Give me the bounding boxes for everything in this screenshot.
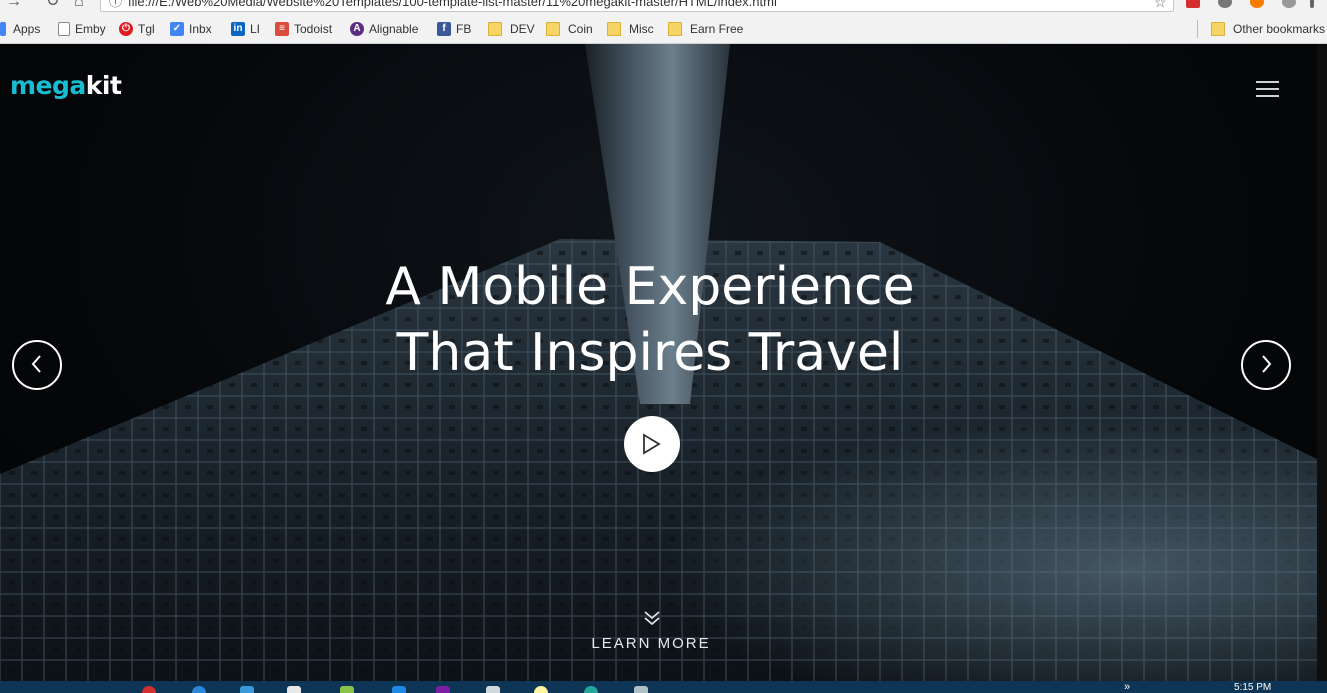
menu-dots-icon[interactable] xyxy=(1310,0,1314,8)
hamburger-menu-icon[interactable] xyxy=(1256,81,1280,97)
extension-gray-icon[interactable] xyxy=(1282,0,1296,8)
bookmark-label: Coin xyxy=(568,22,593,36)
folder-icon xyxy=(1211,22,1225,36)
bookmark-label: Todoist xyxy=(294,22,333,36)
chevron-right-icon xyxy=(1262,355,1272,373)
page-scrollbar[interactable] xyxy=(1317,44,1327,681)
bookmark-star-icon[interactable]: ☆ xyxy=(1154,0,1167,9)
folder-icon xyxy=(488,22,502,36)
taskbar-clock[interactable]: 5:15 PM xyxy=(1234,683,1271,693)
url-text: file:///E:/Web%20Media/Website%20Templat… xyxy=(128,0,777,9)
back-arrow-icon[interactable]: → xyxy=(6,0,22,10)
bookmark-li[interactable]: in LI xyxy=(231,21,260,37)
app-taskbar-icon[interactable] xyxy=(534,686,548,693)
chevron-left-icon xyxy=(31,355,41,373)
bookmark-emby[interactable]: Emby xyxy=(58,21,106,37)
address-bar[interactable]: ⓘ file:///E:/Web%20Media/Website%20Templa… xyxy=(100,0,1174,12)
extension-icon[interactable] xyxy=(1186,0,1200,8)
carousel-next-button[interactable] xyxy=(1241,340,1291,390)
app-taskbar-icon[interactable] xyxy=(192,686,206,693)
bookmark-label: Apps xyxy=(13,22,41,36)
bookmark-apps[interactable]: Apps xyxy=(0,21,40,37)
bookmark-label: LI xyxy=(250,22,261,36)
bookmark-inbx[interactable]: ✓ Inbx xyxy=(170,21,212,37)
carousel-prev-button[interactable] xyxy=(12,340,62,390)
bookmark-label: FB xyxy=(456,22,472,36)
app-taskbar-icon[interactable] xyxy=(340,686,354,693)
bookmark-label: Misc xyxy=(629,22,654,36)
app-taskbar-icon[interactable] xyxy=(584,686,598,693)
reload-icon[interactable]: ↻ xyxy=(46,0,59,10)
facebook-icon: f xyxy=(437,22,451,36)
bookmark-tgl[interactable]: ⏻ Tgl xyxy=(119,21,155,37)
tray-overflow-icon[interactable]: » xyxy=(1124,681,1130,693)
play-icon xyxy=(643,433,661,455)
double-chevron-down-icon[interactable] xyxy=(643,610,661,626)
app-taskbar-icon[interactable] xyxy=(634,686,648,693)
chrome-taskbar-icon[interactable] xyxy=(142,686,156,693)
other-bookmarks[interactable]: Other bookmarks xyxy=(1211,21,1325,37)
bookmark-label: Earn Free xyxy=(690,22,744,36)
extension-gear-icon[interactable] xyxy=(1218,0,1232,8)
page-icon xyxy=(58,22,70,36)
toggl-icon: ⏻ xyxy=(119,22,133,36)
folder-icon xyxy=(546,22,560,36)
other-bookmarks-label: Other bookmarks xyxy=(1233,22,1326,36)
linkedin-icon: in xyxy=(231,22,245,36)
bookmark-label: Alignable xyxy=(369,22,419,36)
home-icon[interactable]: ⌂ xyxy=(74,0,84,10)
extension-orange-icon[interactable] xyxy=(1250,0,1264,8)
bookmark-todoist[interactable]: ≡ Todoist xyxy=(275,21,332,37)
app-taskbar-icon[interactable] xyxy=(486,686,500,693)
hero-section: megakit A Mobile Experience That Inspire… xyxy=(0,44,1327,681)
headline-line-2: That Inspires Travel xyxy=(396,323,904,383)
inbox-icon: ✓ xyxy=(170,22,184,36)
folder-icon xyxy=(607,22,621,36)
site-logo[interactable]: megakit xyxy=(10,71,122,101)
app-taskbar-icon[interactable] xyxy=(287,686,301,693)
headline-line-1: A Mobile Experience xyxy=(385,257,915,317)
app-taskbar-icon[interactable] xyxy=(240,686,254,693)
info-icon[interactable]: ⓘ xyxy=(109,0,122,9)
logo-part-mega: mega xyxy=(10,71,86,100)
learn-more-link[interactable]: LEARN MORE xyxy=(540,635,762,653)
bookmark-label: Emby xyxy=(75,22,106,36)
app-taskbar-icon[interactable] xyxy=(436,686,450,693)
app-taskbar-icon[interactable] xyxy=(392,686,406,693)
play-video-button[interactable] xyxy=(624,416,680,472)
bookmark-alignable[interactable]: A Alignable xyxy=(350,21,418,37)
bookmark-fb[interactable]: f FB xyxy=(437,21,471,37)
bookmark-earn-free[interactable]: Earn Free xyxy=(668,21,743,37)
bookmark-label: DEV xyxy=(510,22,535,36)
todoist-icon: ≡ xyxy=(275,22,289,36)
logo-part-kit: kit xyxy=(85,71,122,100)
alignable-icon: A xyxy=(350,22,364,36)
bookmark-label: Tgl xyxy=(138,22,155,36)
folder-icon xyxy=(668,22,682,36)
browser-toolbar: → ↻ ⌂ ⓘ file:///E:/Web%20Media/Website%20… xyxy=(0,0,1327,13)
bookmark-label: Inbx xyxy=(189,22,212,36)
bookmarks-divider xyxy=(1197,20,1198,38)
bookmark-dev[interactable]: DEV xyxy=(488,21,535,37)
bookmark-misc[interactable]: Misc xyxy=(607,21,654,37)
apps-grid-icon xyxy=(0,22,6,36)
windows-taskbar: » 5:15 PM xyxy=(0,681,1327,693)
hero-headline: A Mobile Experience That Inspires Travel xyxy=(250,254,1050,386)
bookmark-coin[interactable]: Coin xyxy=(546,21,593,37)
bookmarks-bar: Apps Emby ⏻ Tgl ✓ Inbx in LI ≡ Todoist A… xyxy=(0,13,1327,44)
